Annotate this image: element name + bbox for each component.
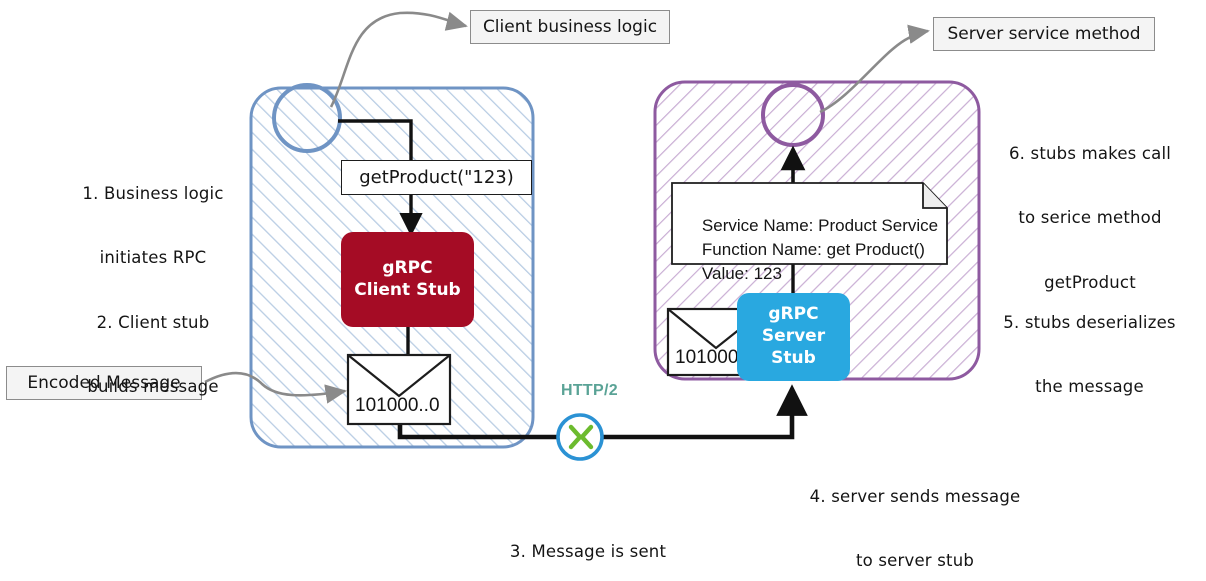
- step-6-label: 6. stubs makes call to serice method get…: [1008, 143, 1172, 292]
- client-call-box[interactable]: getProduct("123): [341, 160, 532, 195]
- server-note-line-3: Value: 123: [701, 264, 782, 284]
- callout-server-service-method-label: Server service method: [947, 24, 1141, 44]
- callout-client-business-logic[interactable]: Client business logic: [470, 10, 670, 44]
- callout-client-business-logic-label: Client business logic: [482, 17, 658, 37]
- step-2-label: 2. Client stub builds message: [87, 312, 219, 397]
- network-line-server-segment: [603, 384, 808, 440]
- client-envelope-label: 101000..0: [355, 395, 440, 416]
- callout-server-service-method[interactable]: Server service method: [933, 17, 1155, 51]
- grpc-server-stub-line2: Server Stub: [761, 326, 826, 368]
- step-3-label: 3. Message is sent over network as HTTP …: [509, 541, 667, 561]
- step-4-label: 4. server sends message to server stub: [809, 486, 1021, 571]
- server-envelope-label: 101000: [675, 347, 739, 368]
- grpc-client-stub[interactable]: gRPC Client Stub: [341, 232, 474, 327]
- grpc-client-stub-line2: Client Stub: [354, 279, 461, 300]
- grpc-client-stub-line1: gRPC: [382, 257, 433, 278]
- network-exchange-icon[interactable]: [556, 413, 604, 461]
- http2-protocol-label: HTTP/2: [561, 382, 618, 399]
- diagram-canvas: Client business logic Server service met…: [0, 0, 1206, 581]
- client-call-box-label: getProduct("123): [359, 167, 514, 188]
